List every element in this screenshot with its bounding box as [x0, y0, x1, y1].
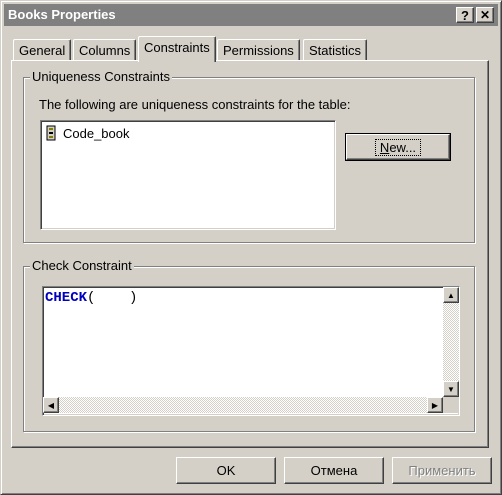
- tab-label: Permissions: [223, 43, 294, 58]
- arrow-down-icon: ▼: [447, 384, 455, 394]
- check-constraint-editor[interactable]: CHECK( ) ▲ ▼ ◀ ▶: [42, 286, 460, 416]
- ok-button-label: OK: [216, 463, 236, 478]
- tab-general[interactable]: General: [13, 39, 72, 61]
- apply-button-label: Применить: [408, 463, 476, 478]
- close-button[interactable]: ✕: [476, 7, 494, 23]
- scroll-right-button[interactable]: ▶: [427, 397, 443, 413]
- scroll-up-button[interactable]: ▲: [443, 287, 459, 303]
- check-expression-rest: ( ): [87, 290, 138, 306]
- arrow-left-icon: ◀: [47, 400, 55, 410]
- tab-constraints[interactable]: Constraints: [138, 36, 216, 62]
- help-icon: ?: [461, 7, 469, 23]
- scroll-left-button[interactable]: ◀: [43, 397, 59, 413]
- check-keyword: CHECK: [45, 290, 88, 306]
- check-expression[interactable]: CHECK( ): [45, 290, 137, 306]
- horizontal-scrollbar-track[interactable]: [59, 397, 427, 413]
- list-item[interactable]: Code_book: [45, 125, 130, 141]
- title-bar[interactable]: Books Properties ? ✕: [4, 4, 498, 26]
- arrow-right-icon: ▶: [431, 400, 439, 410]
- check-constraint-group: Check Constraint CHECK( ) ▲ ▼ ◀ ▶: [23, 258, 475, 432]
- apply-button[interactable]: Применить: [392, 457, 492, 484]
- uniqueness-listbox[interactable]: Code_book: [40, 120, 336, 230]
- window-title: Books Properties: [8, 7, 116, 22]
- new-button[interactable]: New...: [345, 133, 451, 161]
- tab-permissions[interactable]: Permissions: [217, 39, 300, 61]
- help-button[interactable]: ?: [456, 7, 474, 23]
- tab-label: Statistics: [309, 43, 362, 58]
- tab-label: Constraints: [144, 40, 210, 55]
- new-button-label-rest: ew...: [389, 139, 417, 155]
- dialog-window: Books Properties ? ✕ General Columns Con…: [0, 0, 502, 495]
- arrow-up-icon: ▲: [447, 290, 455, 300]
- key-index-icon: [46, 125, 56, 141]
- scrollbar-corner: [443, 397, 459, 413]
- new-button-label: New...: [374, 138, 422, 156]
- tab-statistics[interactable]: Statistics: [303, 39, 368, 61]
- cancel-button-label: Отмена: [310, 463, 358, 478]
- tab-label: Columns: [79, 43, 131, 58]
- check-constraint-group-label: Check Constraint: [30, 258, 134, 273]
- tab-label: General: [19, 43, 66, 58]
- constraints-panel: Uniqueness Constraints The following are…: [11, 60, 489, 448]
- uniqueness-group: Uniqueness Constraints The following are…: [23, 69, 475, 243]
- close-icon: ✕: [479, 8, 491, 22]
- list-item-label: Code_book: [63, 125, 130, 141]
- scroll-down-button[interactable]: ▼: [443, 381, 459, 397]
- uniqueness-group-label: Uniqueness Constraints: [30, 69, 173, 84]
- mnemonic-char: N: [379, 139, 390, 155]
- ok-button[interactable]: OK: [176, 457, 276, 484]
- tab-columns[interactable]: Columns: [73, 39, 137, 61]
- cancel-button[interactable]: Отмена: [284, 457, 384, 484]
- uniqueness-description: The following are uniqueness constraints…: [39, 97, 351, 112]
